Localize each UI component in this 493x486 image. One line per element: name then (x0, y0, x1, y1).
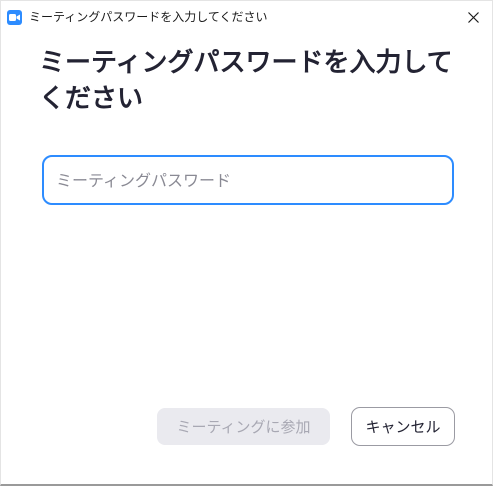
page-title: ミーティングパスワードを入力してください (39, 48, 453, 114)
join-meeting-button[interactable]: ミーティングに参加 (157, 408, 330, 445)
cancel-button[interactable]: キャンセル (351, 407, 455, 446)
window-title: ミーティングパスワードを入力してください (29, 10, 268, 24)
close-icon (468, 12, 479, 23)
close-button[interactable] (456, 3, 490, 31)
dialog-window: ミーティングパスワードを入力してください ミーティングパスワードを入力してくださ… (0, 0, 493, 486)
zoom-video-camera-icon (7, 10, 22, 25)
meeting-password-input[interactable] (42, 155, 454, 205)
title-bar[interactable]: ミーティングパスワードを入力してください (1, 1, 492, 34)
